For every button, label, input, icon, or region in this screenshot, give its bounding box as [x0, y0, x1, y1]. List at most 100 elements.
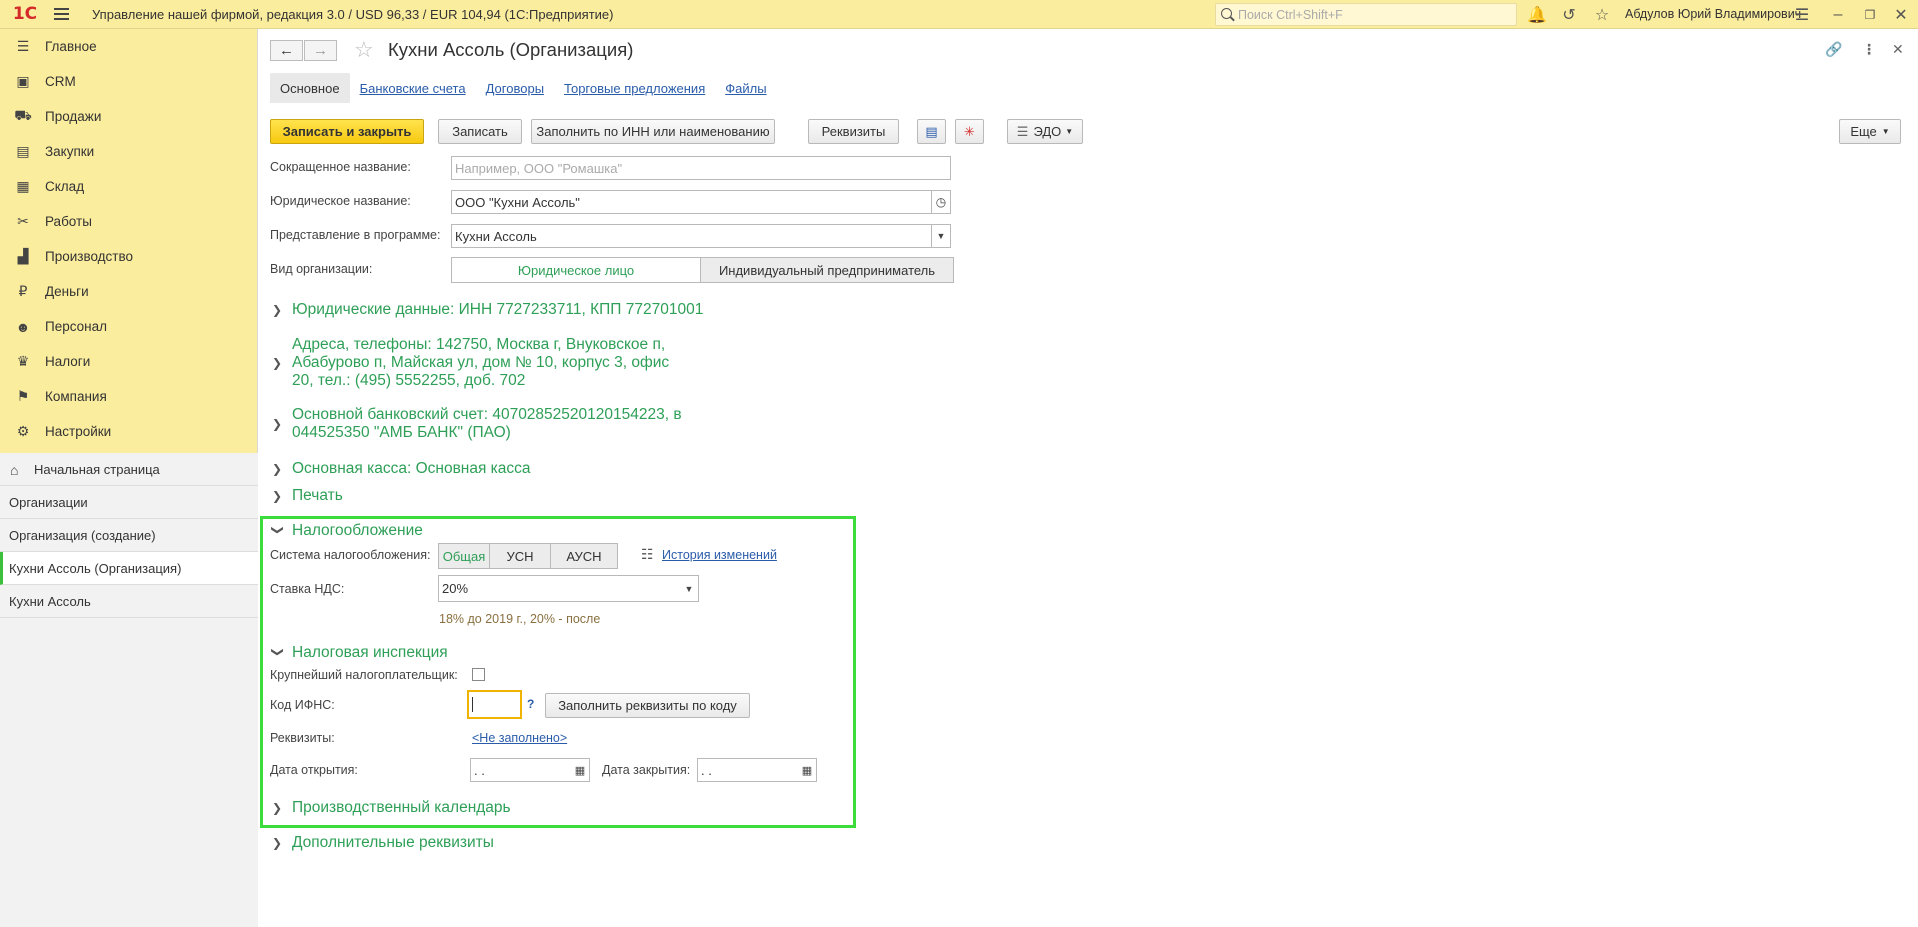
group-production-calendar[interactable]: ❯ Производственный календарь [272, 799, 511, 817]
open-window-org-list[interactable]: Кухни Ассоль [0, 585, 258, 618]
save-close-button[interactable]: Записать и закрыть [270, 119, 424, 144]
history-link[interactable]: История изменений [662, 548, 777, 562]
group-title-line: Адреса, телефоны: 142750, Москва г, Внук… [292, 336, 666, 353]
chevron-down-icon: ▼ [1065, 127, 1074, 136]
search-input[interactable]: Поиск Ctrl+Shift+F [1215, 3, 1517, 26]
structure-icon-button[interactable]: ✳ [955, 119, 984, 144]
tab-main[interactable]: Основное [270, 73, 350, 103]
group-title: Налоговая инспекция [292, 644, 448, 661]
sidebar-item-crm[interactable]: ▣ CRM [0, 64, 257, 99]
save-button[interactable]: Записать [438, 119, 522, 144]
group-title: Основная касса: Основная касса [292, 460, 531, 477]
sidebar-item-company[interactable]: ⚑ Компания [0, 379, 257, 414]
tax-system-usn[interactable]: УСН [489, 543, 551, 569]
chevron-down-icon: ▼ [684, 583, 694, 594]
group-cash[interactable]: ❯ Основная касса: Основная касса [272, 460, 531, 478]
history-list-icon[interactable]: ☷ [641, 546, 654, 563]
edo-button[interactable]: ☰ ЭДО ▼ [1007, 119, 1083, 144]
open-window-organizations[interactable]: Организации [0, 486, 258, 519]
settings-menu-icon[interactable]: ☰ [1791, 4, 1813, 26]
group-title-line: 20, тел.: (495) 5552255, доб. 702 [292, 372, 526, 389]
open-window-home[interactable]: ⌂ Начальная страница [0, 453, 258, 486]
more-vertical-icon[interactable]: ⋮ [1862, 41, 1876, 58]
more-button[interactable]: Еще ▼ [1839, 119, 1901, 144]
chevron-down-icon: ❯ [271, 647, 285, 658]
favorite-star-icon[interactable]: ☆ [354, 37, 374, 63]
vat-rate-input[interactable]: 20% [438, 575, 681, 602]
vat-rate-dropdown[interactable]: ▼ [680, 575, 699, 602]
largest-taxpayer-checkbox[interactable] [472, 668, 485, 681]
bell-icon[interactable]: 🔔 [1526, 4, 1548, 26]
form-tabs: Основное Банковские счета Договоры Торго… [270, 73, 777, 103]
group-taxation[interactable]: ❯ Налогообложение [271, 522, 423, 540]
favorites-star-icon[interactable]: ☆ [1591, 4, 1613, 26]
group-title: Производственный календарь [292, 799, 511, 816]
legal-name-input[interactable]: ООО "Кухни Ассоль" [451, 190, 932, 214]
minimize-icon[interactable]: – [1827, 4, 1849, 26]
open-window-org-current[interactable]: Кухни Ассоль (Организация) [0, 552, 258, 585]
requisites-button[interactable]: Реквизиты [808, 119, 899, 144]
sidebar-item-main[interactable]: ☰ Главное [0, 29, 257, 64]
open-date-input[interactable]: . . [470, 758, 572, 782]
edo-label: ЭДО [1033, 124, 1062, 139]
sidebar-item-works[interactable]: ✂ Работы [0, 204, 257, 239]
group-bank-account[interactable]: ❯ Основной банковский счет: 407028525201… [272, 406, 682, 442]
tab-files[interactable]: Файлы [715, 73, 776, 103]
chevron-right-icon: ❯ [272, 836, 283, 850]
link-icon[interactable]: 🔗 [1825, 41, 1842, 58]
sidebar-item-production[interactable]: ▟ Производство [0, 239, 257, 274]
history-icon[interactable]: ↺ [1558, 4, 1580, 26]
tax-system-general[interactable]: Общая [438, 543, 490, 569]
display-name-dropdown[interactable]: ▼ [932, 224, 951, 248]
sidebar-item-money[interactable]: ₽ Деньги [0, 274, 257, 309]
back-button[interactable]: ← [270, 40, 303, 61]
sidebar-item-settings[interactable]: ⚙ Настройки [0, 414, 257, 449]
main-menu-icon[interactable] [54, 0, 78, 29]
ifns-help-icon[interactable]: ? [527, 697, 534, 711]
fill-by-code-button[interactable]: Заполнить реквизиты по коду [545, 693, 750, 718]
org-type-individual-option[interactable]: Индивидуальный предприниматель [700, 257, 954, 283]
group-addresses[interactable]: ❯ Адреса, телефоны: 142750, Москва г, Вн… [272, 336, 669, 390]
menu-lines-icon: ☰ [16, 38, 30, 54]
group-extra-requisites[interactable]: ❯ Дополнительные реквизиты [272, 834, 494, 852]
close-date-picker[interactable]: ▦ [798, 758, 817, 782]
sidebar-item-warehouse[interactable]: ▦ Склад [0, 169, 257, 204]
close-date-input[interactable]: . . [697, 758, 799, 782]
forward-button[interactable]: → [304, 40, 337, 61]
sidebar-item-taxes[interactable]: ♛ Налоги [0, 344, 257, 379]
sidebar-item-label: Компания [45, 389, 107, 404]
sidebar-item-label: CRM [45, 74, 76, 89]
tab-contracts[interactable]: Договоры [476, 73, 554, 103]
sidebar-item-personnel[interactable]: ☻ Персонал [0, 309, 257, 344]
tab-bank-accounts[interactable]: Банковские счета [350, 73, 476, 103]
sidebar: ☰ Главное ▣ CRM ⛟ Продажи ▤ Закупки ▦ Склад ✂… [0, 29, 258, 927]
people-icon: ☻ [15, 318, 31, 335]
tab-trade-offers[interactable]: Торговые предложения [554, 73, 715, 103]
factory-icon: ▟ [17, 248, 29, 264]
group-title-line: Абабурово п, Майская ул, дом № 10, корпу… [292, 354, 670, 371]
top-bar: 1С Управление нашей фирмой, редакция 3.0… [0, 0, 1918, 29]
group-tax-inspection[interactable]: ❯ Налоговая инспекция [271, 644, 448, 662]
requisites-not-filled-link[interactable]: <Не заполнено> [472, 731, 567, 745]
group-legal-data[interactable]: ❯ Юридические данные: ИНН 7727233711, КПП… [272, 301, 703, 319]
warehouse-icon: ▦ [16, 178, 30, 194]
sidebar-item-purchases[interactable]: ▤ Закупки [0, 134, 257, 169]
ifns-code-input[interactable] [467, 690, 522, 719]
display-name-input[interactable]: Кухни Ассоль [451, 224, 932, 248]
short-name-input[interactable]: Например, ООО "Ромашка" [451, 156, 951, 180]
history-field-button[interactable]: ◷ [932, 190, 951, 214]
open-date-picker[interactable]: ▦ [571, 758, 590, 782]
fill-by-inn-button[interactable]: Заполнить по ИНН или наименованию [531, 119, 775, 144]
legal-name-label: Юридическое название: [270, 194, 411, 208]
sidebar-item-sales[interactable]: ⛟ Продажи [0, 99, 257, 134]
close-form-icon[interactable]: ✕ [1892, 41, 1904, 58]
open-window-org-create[interactable]: Организация (создание) [0, 519, 258, 552]
close-window-icon[interactable]: ✕ [1890, 4, 1912, 26]
user-name[interactable]: Абдулов Юрий Владимирович [1625, 7, 1801, 21]
group-print[interactable]: ❯ Печать [272, 487, 343, 505]
tax-system-ausn[interactable]: АУСН [550, 543, 618, 569]
document-icon-button[interactable]: ▤ [917, 119, 946, 144]
restore-icon[interactable]: ❐ [1859, 4, 1881, 26]
chevron-down-icon: ❯ [271, 525, 285, 536]
org-type-legal-option[interactable]: Юридическое лицо [451, 257, 701, 283]
